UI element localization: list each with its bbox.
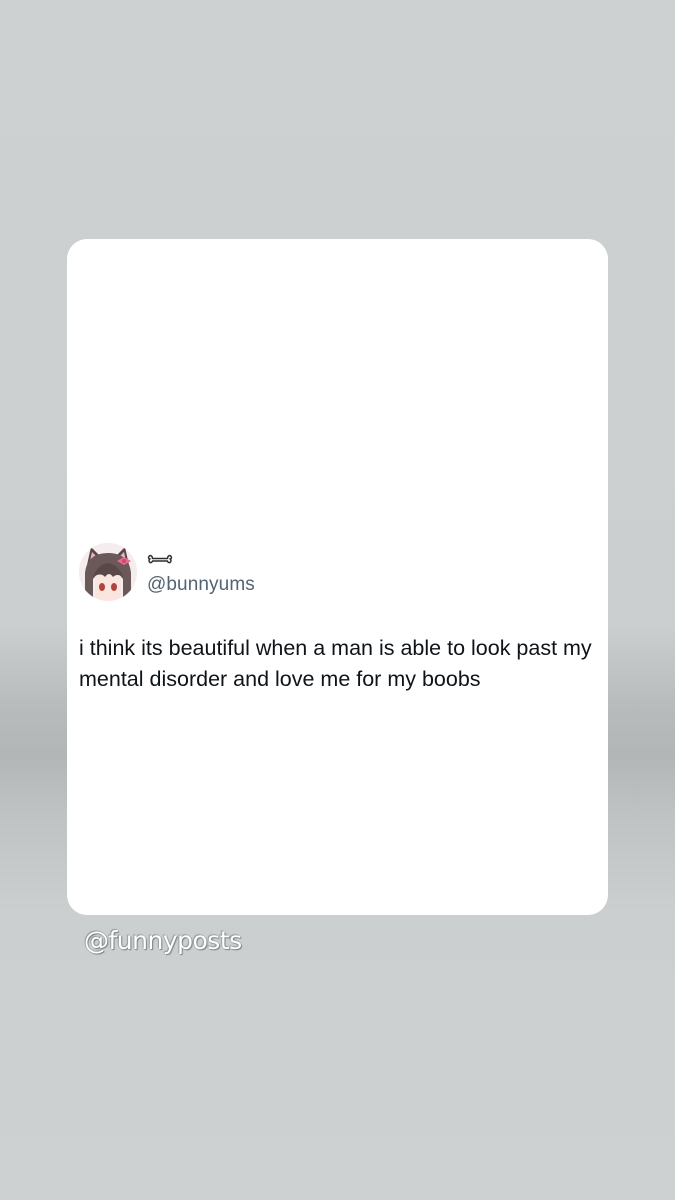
bone-icon [147, 551, 173, 567]
avatar[interactable] [79, 543, 137, 601]
anime-cat-girl-avatar-image [79, 543, 137, 601]
tweet-text: i think its beautiful when a man is able… [79, 636, 592, 691]
user-handle[interactable]: @bunnyums [147, 574, 255, 596]
watermark: @funnyposts [84, 926, 242, 955]
tweet-card: @bunnyums i think its beautiful when a m… [67, 239, 608, 915]
